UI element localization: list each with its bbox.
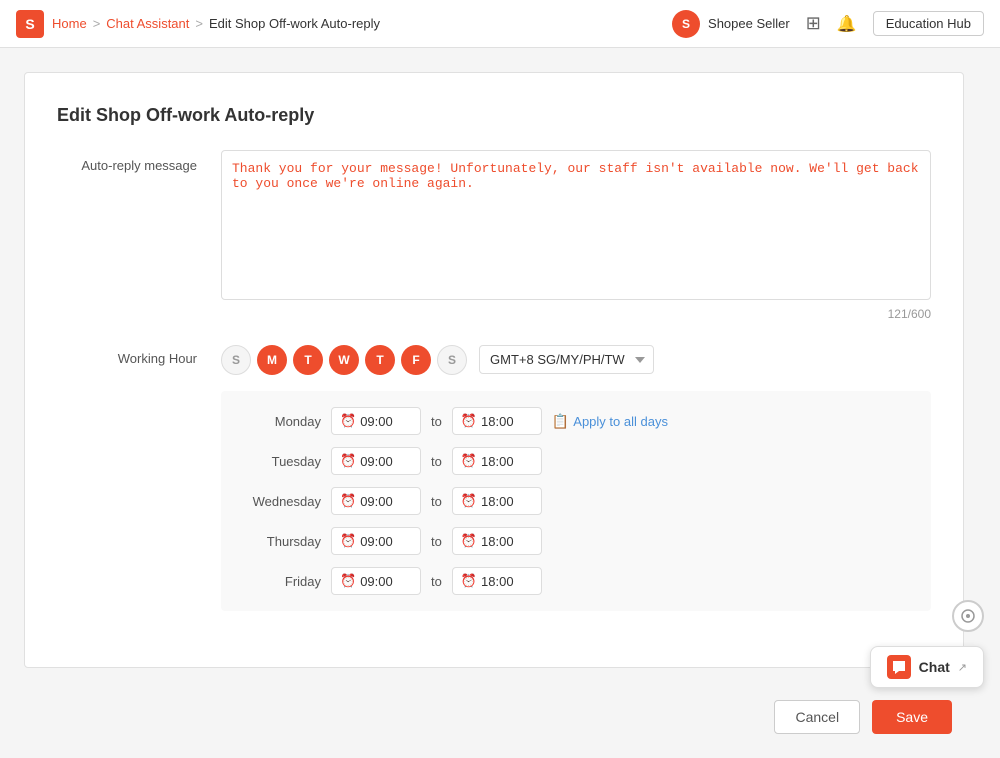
action-buttons: Cancel Save: [24, 700, 976, 734]
page-title: Edit Shop Off-work Auto-reply: [57, 105, 931, 126]
end-time-4[interactable]: ⏰ 18:00: [452, 567, 542, 595]
auto-reply-field: Thank you for your message! Unfortunatel…: [221, 150, 931, 321]
start-time-0[interactable]: ⏰ 09:00: [331, 407, 421, 435]
day-circle-5[interactable]: F: [401, 345, 431, 375]
start-time-value-2: 09:00: [360, 494, 393, 509]
to-label-0: to: [431, 414, 442, 429]
end-time-2[interactable]: ⏰ 18:00: [452, 487, 542, 515]
topnav-right: S Shopee Seller ⊞ 🔔 Education Hub: [672, 10, 984, 38]
clock-end-icon-1: ⏰: [461, 453, 477, 469]
chat-icon: [887, 655, 911, 679]
start-time-2[interactable]: ⏰ 09:00: [331, 487, 421, 515]
edit-card: Edit Shop Off-work Auto-reply Auto-reply…: [24, 72, 964, 668]
day-label-2: Wednesday: [241, 494, 321, 509]
seller-info: S Shopee Seller: [672, 10, 790, 38]
working-hour-field: SMTWTFS GMT+8 SG/MY/PH/TW Monday ⏰ 09:00…: [221, 345, 931, 611]
clock-end-icon-2: ⏰: [461, 493, 477, 509]
breadcrumb-sep2: >: [195, 16, 203, 31]
start-time-value-0: 09:00: [360, 414, 393, 429]
start-time-value-1: 09:00: [360, 454, 393, 469]
start-time-value-3: 09:00: [360, 534, 393, 549]
apply-all-label: Apply to all days: [573, 414, 668, 429]
end-time-1[interactable]: ⏰ 18:00: [452, 447, 542, 475]
apply-all-icon: 📋: [552, 413, 569, 430]
clock-start-icon-4: ⏰: [340, 573, 356, 589]
to-label-1: to: [431, 454, 442, 469]
end-time-0[interactable]: ⏰ 18:00: [452, 407, 542, 435]
chat-fab[interactable]: Chat ↗: [870, 646, 984, 688]
clock-start-icon-3: ⏰: [340, 533, 356, 549]
end-time-3[interactable]: ⏰ 18:00: [452, 527, 542, 555]
start-time-1[interactable]: ⏰ 09:00: [331, 447, 421, 475]
clock-end-icon-0: ⏰: [461, 413, 477, 429]
day-circle-4[interactable]: T: [365, 345, 395, 375]
timezone-select[interactable]: GMT+8 SG/MY/PH/TW: [479, 345, 654, 374]
start-time-value-4: 09:00: [360, 574, 393, 589]
day-label-4: Friday: [241, 574, 321, 589]
to-label-2: to: [431, 494, 442, 509]
breadcrumb: Home > Chat Assistant > Edit Shop Off-wo…: [52, 16, 380, 31]
chat-label: Chat: [919, 659, 950, 675]
working-hour-label: Working Hour: [57, 345, 197, 366]
seller-logo: S: [672, 10, 700, 38]
start-time-4[interactable]: ⏰ 09:00: [331, 567, 421, 595]
schedule-row: Tuesday ⏰ 09:00 to ⏰ 18:00: [241, 447, 911, 475]
breadcrumb-home[interactable]: Home: [52, 16, 87, 31]
seller-name: Shopee Seller: [708, 16, 790, 31]
auto-reply-label: Auto-reply message: [57, 150, 197, 321]
day-circle-3[interactable]: W: [329, 345, 359, 375]
grid-icon[interactable]: ⊞: [806, 13, 821, 34]
edu-hub-button[interactable]: Education Hub: [873, 11, 984, 36]
scroll-handle[interactable]: [952, 600, 984, 632]
auto-reply-textarea[interactable]: Thank you for your message! Unfortunatel…: [221, 150, 931, 300]
shopee-logo: S: [16, 10, 44, 38]
cancel-button[interactable]: Cancel: [774, 700, 860, 734]
day-circle-0[interactable]: S: [221, 345, 251, 375]
chat-expand-icon: ↗: [958, 661, 967, 674]
day-label-1: Tuesday: [241, 454, 321, 469]
day-label-0: Monday: [241, 414, 321, 429]
working-hour-controls: SMTWTFS GMT+8 SG/MY/PH/TW: [221, 345, 931, 375]
topnav: S Home > Chat Assistant > Edit Shop Off-…: [0, 0, 1000, 48]
breadcrumb-sep1: >: [93, 16, 101, 31]
start-time-3[interactable]: ⏰ 09:00: [331, 527, 421, 555]
end-time-value-0: 18:00: [481, 414, 514, 429]
schedule-row: Wednesday ⏰ 09:00 to ⏰ 18:00: [241, 487, 911, 515]
schedule-table: Monday ⏰ 09:00 to ⏰ 18:00 📋 Apply to all…: [221, 391, 931, 611]
clock-end-icon-4: ⏰: [461, 573, 477, 589]
day-circle-1[interactable]: M: [257, 345, 287, 375]
schedule-row: Thursday ⏰ 09:00 to ⏰ 18:00: [241, 527, 911, 555]
breadcrumb-current: Edit Shop Off-work Auto-reply: [209, 16, 380, 31]
day-label-3: Thursday: [241, 534, 321, 549]
working-hour-row: Working Hour SMTWTFS GMT+8 SG/MY/PH/TW M…: [57, 345, 931, 611]
clock-start-icon-2: ⏰: [340, 493, 356, 509]
day-circle-6[interactable]: S: [437, 345, 467, 375]
end-time-value-4: 18:00: [481, 574, 514, 589]
schedule-row: Friday ⏰ 09:00 to ⏰ 18:00: [241, 567, 911, 595]
schedule-row: Monday ⏰ 09:00 to ⏰ 18:00 📋 Apply to all…: [241, 407, 911, 435]
topnav-left: S Home > Chat Assistant > Edit Shop Off-…: [16, 10, 380, 38]
day-circle-2[interactable]: T: [293, 345, 323, 375]
clock-end-icon-3: ⏰: [461, 533, 477, 549]
apply-all-link[interactable]: 📋 Apply to all days: [552, 413, 668, 430]
clock-start-icon-1: ⏰: [340, 453, 356, 469]
end-time-value-1: 18:00: [481, 454, 514, 469]
day-circles: SMTWTFS: [221, 345, 467, 375]
clock-start-icon-0: ⏰: [340, 413, 356, 429]
end-time-value-3: 18:00: [481, 534, 514, 549]
auto-reply-row: Auto-reply message Thank you for your me…: [57, 150, 931, 321]
to-label-3: to: [431, 534, 442, 549]
to-label-4: to: [431, 574, 442, 589]
save-button[interactable]: Save: [872, 700, 952, 734]
main-content: Edit Shop Off-work Auto-reply Auto-reply…: [0, 48, 1000, 758]
breadcrumb-chat-assistant[interactable]: Chat Assistant: [106, 16, 189, 31]
bell-icon[interactable]: 🔔: [837, 14, 857, 34]
char-count: 121/600: [221, 307, 931, 321]
end-time-value-2: 18:00: [481, 494, 514, 509]
